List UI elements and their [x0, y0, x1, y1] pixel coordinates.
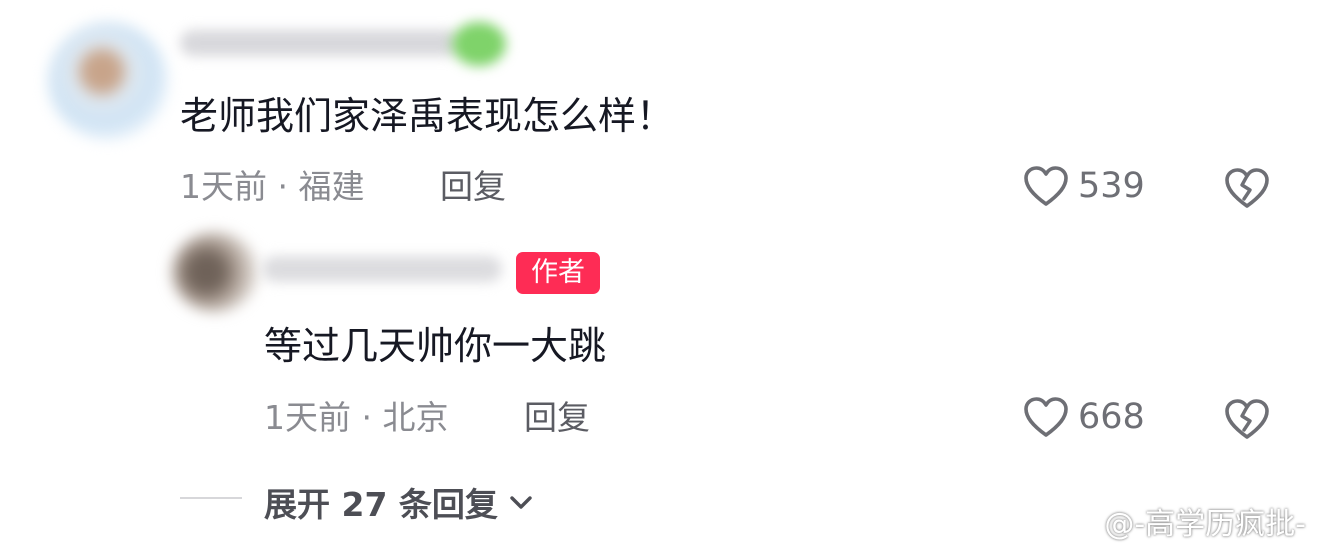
commenter-avatar[interactable] — [48, 22, 168, 140]
reply-like-button[interactable]: 668 — [1022, 395, 1145, 439]
chevron-down-icon — [510, 496, 532, 509]
comment-text: 老师我们家泽禹表现怎么样！ — [180, 94, 675, 138]
author-tag-badge: 作者 — [516, 252, 600, 294]
heart-outline-icon — [1024, 397, 1068, 437]
broken-heart-icon[interactable] — [1222, 396, 1272, 442]
comment-reply-button[interactable]: 回复 — [440, 167, 506, 207]
reply-text: 等过几天帅你一大跳 — [264, 324, 607, 368]
expand-divider-line — [180, 497, 242, 499]
commenter-badge-blurred — [452, 22, 506, 66]
comment-meta: 1天前 · 福建 — [180, 167, 365, 206]
author-avatar[interactable] — [172, 232, 258, 312]
reply-meta: 1天前 · 北京 — [264, 398, 449, 437]
weibo-watermark: @-高学历疯批- — [1050, 499, 1306, 543]
heart-outline-icon — [1024, 166, 1068, 206]
commenter-username-blurred[interactable] — [180, 30, 460, 56]
expand-replies-button[interactable]: 展开 27 条回复 — [264, 478, 534, 526]
comment-like-count: 539 — [1078, 166, 1145, 206]
watermark-text: @-高学历疯批- — [1104, 507, 1306, 542]
comment-like-button[interactable]: 539 — [1022, 164, 1145, 208]
broken-heart-icon[interactable] — [1222, 165, 1272, 211]
author-username-blurred[interactable] — [262, 256, 502, 282]
reply-like-count: 668 — [1078, 397, 1145, 437]
expand-replies-label: 展开 27 条回复 — [264, 485, 498, 524]
reply-reply-button[interactable]: 回复 — [524, 398, 590, 438]
weibo-logo-icon — [1052, 507, 1098, 540]
